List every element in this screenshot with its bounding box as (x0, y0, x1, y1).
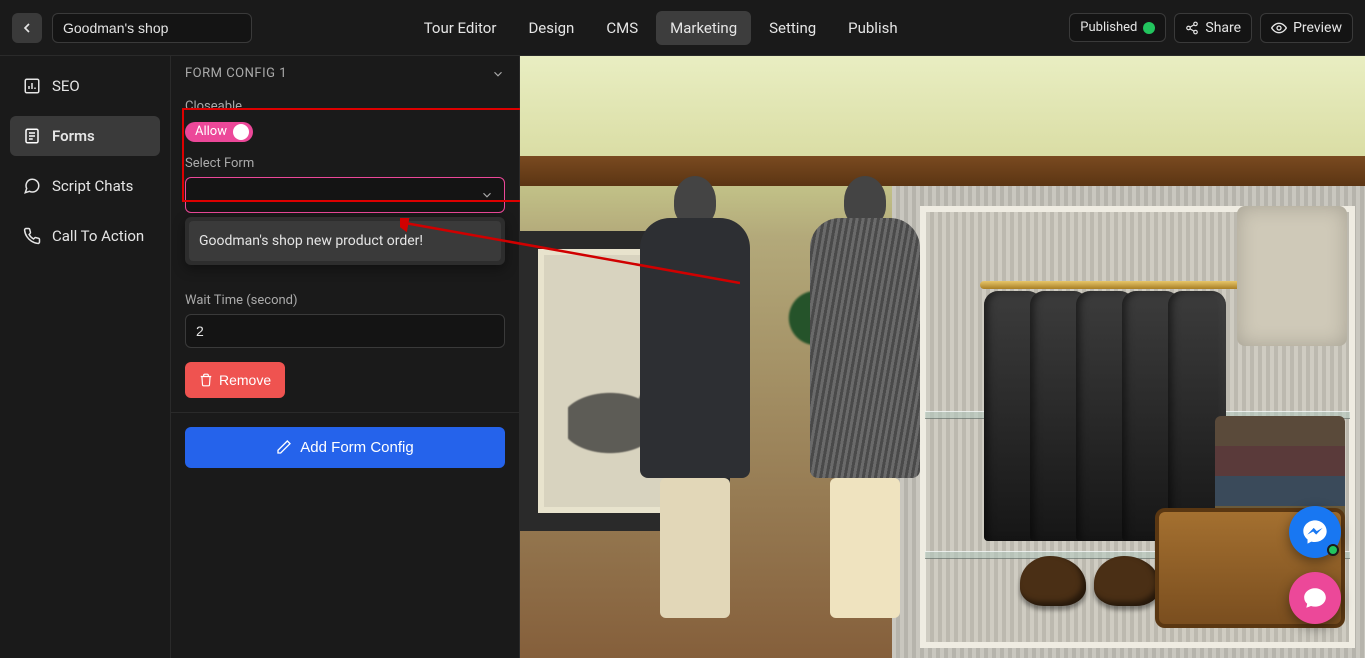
select-form-menu: Goodman's shop new product order! (185, 217, 505, 265)
sidebar-item-label: Call To Action (52, 227, 144, 245)
sidebar-item-forms[interactable]: Forms (10, 116, 160, 156)
add-label: Add Form Config (300, 439, 413, 456)
closeable-toggle[interactable]: Allow (185, 122, 253, 142)
add-form-config-button[interactable]: Add Form Config (185, 427, 505, 468)
chat-icon (22, 176, 42, 196)
nav-marketing[interactable]: Marketing (656, 11, 751, 45)
status-dot-icon (1143, 22, 1155, 34)
arrow-left-icon (19, 20, 35, 36)
sidebar-item-script-chats[interactable]: Script Chats (10, 166, 160, 206)
form-icon (22, 126, 42, 146)
chevron-down-icon (480, 188, 494, 202)
panel-body: Closeable Allow Select Form Goodman's sh… (171, 99, 519, 413)
preview-label: Preview (1293, 20, 1342, 36)
nav-setting[interactable]: Setting (755, 11, 830, 45)
chat-fab[interactable] (1289, 572, 1341, 624)
header-actions: Published Share Preview (1069, 13, 1353, 43)
select-form-dropdown[interactable] (185, 177, 505, 213)
nav-tabs: Tour Editor Design CMS Marketing Setting… (262, 11, 1059, 45)
preview-pane[interactable] (520, 56, 1365, 658)
panel-header[interactable]: FORM CONFIG 1 (171, 56, 519, 91)
wait-time-label: Wait Time (second) (185, 293, 505, 308)
remove-button[interactable]: Remove (185, 362, 285, 398)
nav-cms[interactable]: CMS (592, 11, 652, 45)
project-title-input[interactable] (52, 13, 252, 43)
messenger-icon (1301, 518, 1329, 546)
dropdown-option[interactable]: Goodman's shop new product order! (189, 221, 501, 261)
sidebar-item-label: Forms (52, 127, 95, 145)
share-button[interactable]: Share (1174, 13, 1252, 43)
select-form-wrapper: Goodman's shop new product order! (185, 177, 505, 213)
eye-icon (1271, 20, 1287, 36)
pencil-icon (276, 439, 292, 455)
sidebar-item-label: Script Chats (52, 177, 133, 195)
remove-label: Remove (219, 372, 271, 388)
topbar: Tour Editor Design CMS Marketing Setting… (0, 0, 1365, 56)
toggle-knob-icon (233, 124, 249, 140)
sidebar-item-cta[interactable]: Call To Action (10, 216, 160, 256)
back-button[interactable] (12, 13, 42, 43)
messenger-fab[interactable] (1289, 506, 1341, 558)
sidebar-item-seo[interactable]: SEO (10, 66, 160, 106)
share-label: Share (1205, 20, 1241, 36)
sidebar: SEO Forms Script Chats Call To Action (0, 56, 170, 658)
config-panel: FORM CONFIG 1 Closeable Allow Select For… (170, 56, 520, 658)
nav-design[interactable]: Design (514, 11, 588, 45)
closeable-label: Closeable (185, 99, 505, 114)
online-dot-icon (1327, 544, 1339, 556)
sidebar-item-label: SEO (52, 77, 80, 95)
publish-status[interactable]: Published (1069, 13, 1166, 42)
phone-icon (22, 226, 42, 246)
toggle-label: Allow (195, 124, 227, 139)
panel-title: FORM CONFIG 1 (185, 66, 287, 81)
content: SEO Forms Script Chats Call To Action FO… (0, 56, 1365, 658)
chat-bubble-icon (1302, 585, 1328, 611)
tour-scene (520, 56, 1365, 658)
chevron-down-icon (491, 67, 505, 81)
nav-tour-editor[interactable]: Tour Editor (410, 11, 511, 45)
select-form-label: Select Form (185, 156, 505, 171)
nav-publish[interactable]: Publish (834, 11, 911, 45)
trash-icon (199, 373, 213, 387)
share-icon (1185, 21, 1199, 35)
preview-button[interactable]: Preview (1260, 13, 1353, 43)
chart-icon (22, 76, 42, 96)
status-label: Published (1080, 20, 1137, 35)
wait-time-input[interactable] (185, 314, 505, 348)
